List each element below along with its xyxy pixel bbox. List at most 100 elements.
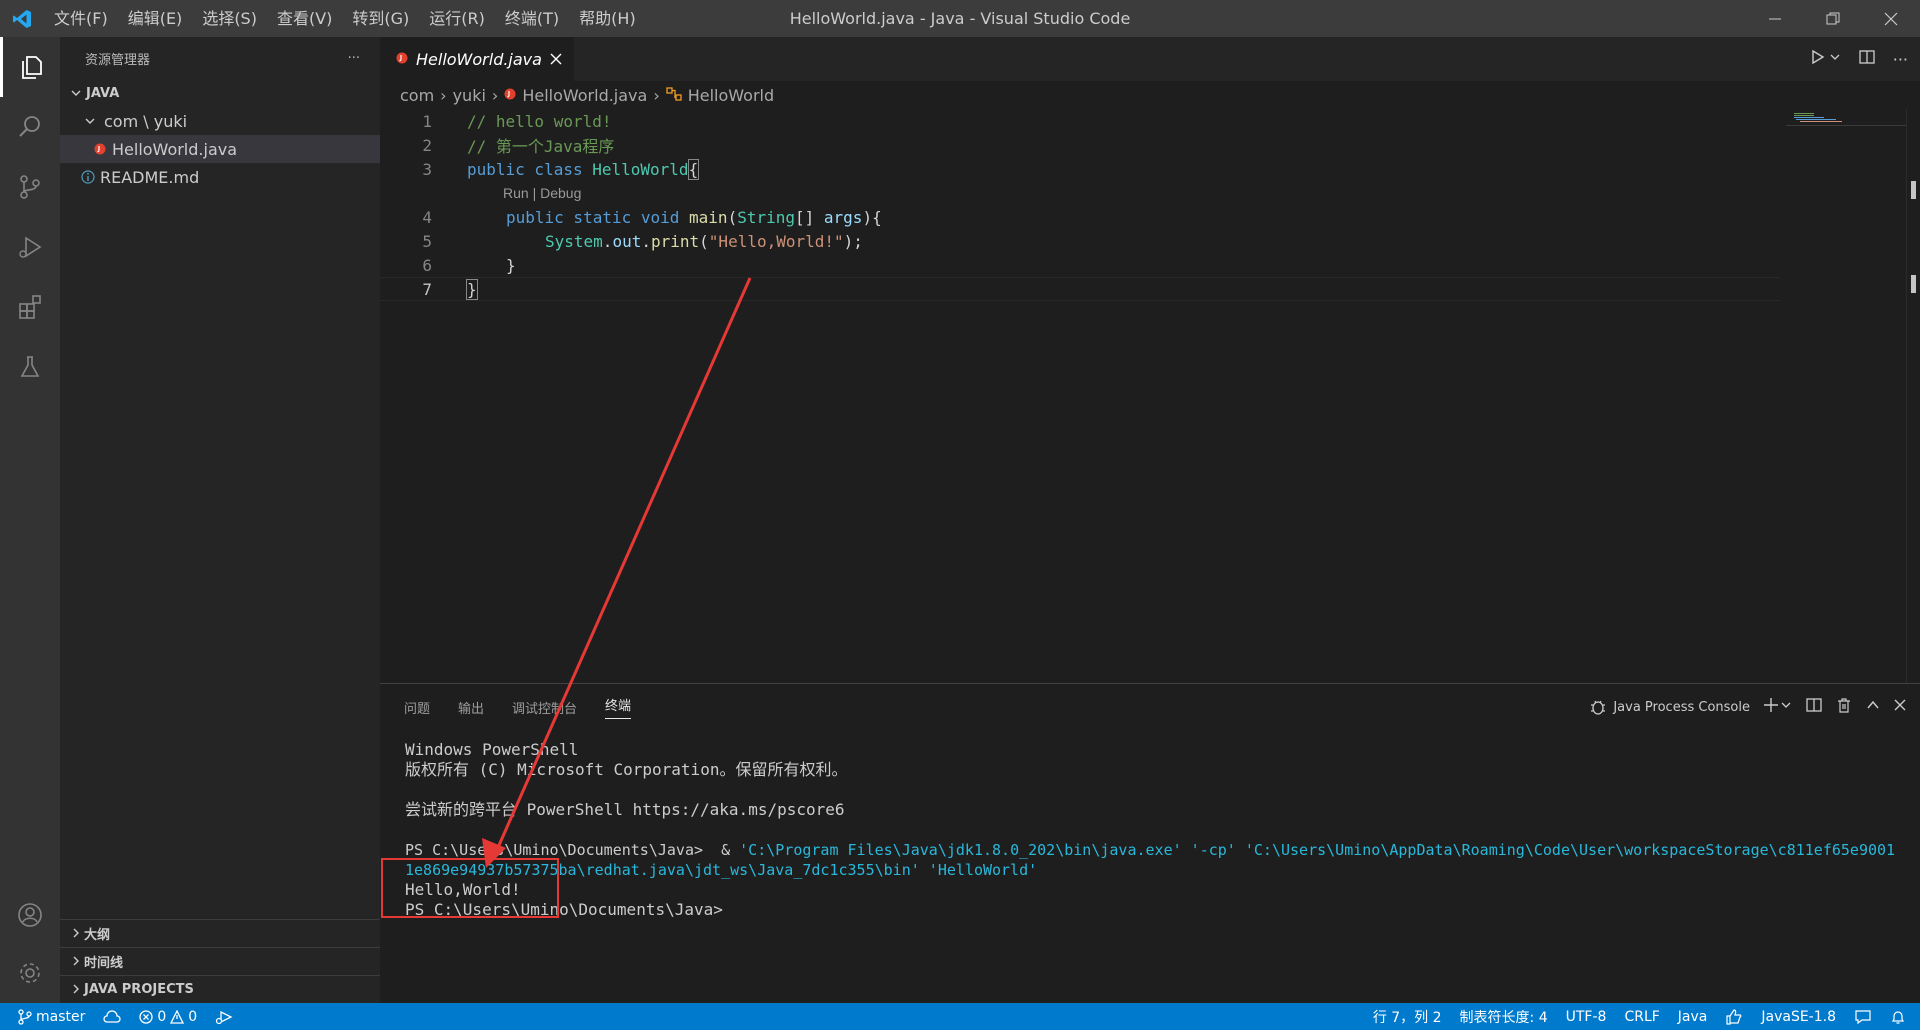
tree-file-readme[interactable]: README.md <box>60 163 380 191</box>
tab-helloworld[interactable]: HelloWorld.java <box>380 37 574 81</box>
close-panel-button[interactable] <box>1894 699 1906 715</box>
breadcrumb: com › yuki › HelloWorld.java › HelloWorl… <box>380 81 1920 109</box>
warning-icon <box>170 1009 185 1024</box>
jdk-version[interactable]: JavaSE-1.8 <box>1752 1009 1845 1025</box>
tree-folder-com-yuki[interactable]: com \ yuki <box>60 107 380 135</box>
kill-terminal-button[interactable] <box>1836 697 1852 717</box>
more-editor-actions-button[interactable]: ··· <box>1893 50 1908 69</box>
gear-icon <box>20 963 40 983</box>
token-function: main <box>689 207 728 227</box>
menu-file[interactable]: 文件(F) <box>44 0 118 37</box>
close-icon <box>550 53 562 64</box>
menu-selection[interactable]: 选择(S) <box>192 0 267 37</box>
tab-close-button[interactable] <box>550 50 562 69</box>
token-param: args <box>823 207 863 227</box>
panel-tab-debug-console[interactable]: 调试控制台 <box>512 698 577 717</box>
line-number: 7 <box>422 279 432 299</box>
testing-activity[interactable] <box>0 337 60 397</box>
code-editor[interactable]: 1 // hello world! 2 // 第一个Java程序 3 publi… <box>380 109 1780 301</box>
code-text: } <box>506 255 516 275</box>
code-text: // 第一个Java程序 <box>467 137 615 156</box>
terminal-output[interactable]: Windows PowerShell 版权所有 (C) Microsoft Co… <box>405 740 1915 920</box>
codelens-run-debug[interactable]: Run | Debug <box>380 181 1780 205</box>
terminal-line: 版权所有 (C) Microsoft Corporation。保留所有权利。 <box>405 760 848 779</box>
search-icon <box>19 116 40 137</box>
more-actions-button[interactable]: ··· <box>348 51 360 66</box>
minimap[interactable] <box>1786 109 1906 169</box>
token-punct: ( <box>699 231 709 251</box>
terminal-line-empty <box>405 820 1915 840</box>
end-of-line[interactable]: CRLF <box>1615 1009 1668 1025</box>
panel-tab-problems[interactable]: 问题 <box>404 698 430 717</box>
cloud-sync-icon <box>103 1009 121 1023</box>
chevron-right-icon <box>60 955 84 967</box>
annotation-highlight-box <box>381 858 559 918</box>
new-terminal-button[interactable] <box>1764 697 1792 717</box>
problems-status[interactable]: 0 0 <box>130 1009 206 1025</box>
editor-actions: ··· <box>1811 37 1908 81</box>
breadcrumb-com[interactable]: com <box>400 86 434 105</box>
split-editor-button[interactable] <box>1859 49 1875 69</box>
panel-tab-terminal[interactable]: 终端 <box>605 695 632 719</box>
breadcrumb-yuki[interactable]: yuki <box>453 86 486 105</box>
breadcrumb-file[interactable]: HelloWorld.java <box>522 86 647 105</box>
play-icon <box>1812 49 1840 65</box>
language-mode[interactable]: Java <box>1669 1009 1717 1025</box>
split-terminal-button[interactable] <box>1806 697 1822 717</box>
chevron-down-icon <box>80 115 100 127</box>
tree-file-label: README.md <box>100 167 200 187</box>
branch-status[interactable]: master <box>0 1009 94 1025</box>
explorer-activity[interactable] <box>0 37 60 97</box>
notifications-button[interactable] <box>1881 1009 1920 1025</box>
source-control-activity[interactable] <box>0 157 60 217</box>
live-share-button[interactable] <box>206 1010 242 1024</box>
feedback-button[interactable] <box>1845 1009 1881 1025</box>
run-button[interactable] <box>1811 49 1841 69</box>
restore-button[interactable] <box>1804 0 1862 37</box>
close-window-button[interactable] <box>1862 0 1920 37</box>
tree-file-helloworld[interactable]: HelloWorld.java <box>60 135 380 163</box>
menu-bar: 文件(F) 编辑(E) 选择(S) 查看(V) 转到(G) 运行(R) 终端(T… <box>44 0 646 37</box>
chevron-up-icon <box>1867 700 1879 709</box>
menu-go[interactable]: 转到(G) <box>342 0 419 37</box>
run-debug-icon <box>19 236 42 258</box>
token-bracket: } <box>466 278 478 300</box>
section-java-projects[interactable]: JAVA PROJECTS <box>60 975 380 1002</box>
editor-scrollbar[interactable] <box>1906 109 1920 683</box>
code-text: public class HelloWorld{ <box>432 158 700 180</box>
maximize-panel-button[interactable] <box>1866 698 1880 716</box>
menu-run[interactable]: 运行(R) <box>419 0 495 37</box>
menu-view[interactable]: 查看(V) <box>267 0 342 37</box>
indentation[interactable]: 制表符长度: 4 <box>1451 1007 1557 1027</box>
cursor-position[interactable]: 行 7，列 2 <box>1364 1007 1451 1027</box>
minimize-button[interactable] <box>1746 0 1804 37</box>
line-number: 6 <box>422 255 432 275</box>
info-icon <box>76 170 100 184</box>
breadcrumb-class[interactable]: HelloWorld <box>688 86 774 105</box>
terminal-prompt-line: PS C:\Users\Umino\Documents\Java> <box>405 900 723 919</box>
menu-terminal[interactable]: 终端(T) <box>495 0 569 37</box>
sync-button[interactable] <box>94 1009 130 1024</box>
menu-edit[interactable]: 编辑(E) <box>118 0 193 37</box>
menu-help[interactable]: 帮助(H) <box>569 0 646 37</box>
terminal-selector[interactable]: Java Process Console <box>1589 698 1750 716</box>
run-debug-activity[interactable] <box>0 217 60 277</box>
code-text: public static void main(String[] args){ <box>432 208 882 227</box>
encoding[interactable]: UTF-8 <box>1557 1009 1616 1025</box>
accounts-activity[interactable] <box>0 885 60 945</box>
token-type: String <box>737 207 795 227</box>
java-status-button[interactable] <box>1716 1008 1752 1025</box>
section-outline[interactable]: 大纲 <box>60 919 380 946</box>
account-icon <box>18 903 42 927</box>
split-editor-icon <box>1859 50 1875 64</box>
extensions-activity[interactable] <box>0 277 60 337</box>
section-outline-label: 大纲 <box>84 927 111 943</box>
manage-activity[interactable] <box>0 943 60 1003</box>
chevron-right-icon: › <box>440 85 447 105</box>
section-timeline[interactable]: 时间线 <box>60 947 380 974</box>
status-right: 行 7，列 2 制表符长度: 4 UTF-8 CRLF Java JavaSE-… <box>1364 1003 1920 1030</box>
panel-actions: Java Process Console <box>1589 684 1906 730</box>
panel-tab-output[interactable]: 输出 <box>458 698 484 717</box>
tree-root-java[interactable]: JAVA <box>60 79 380 107</box>
search-activity[interactable] <box>0 97 60 157</box>
